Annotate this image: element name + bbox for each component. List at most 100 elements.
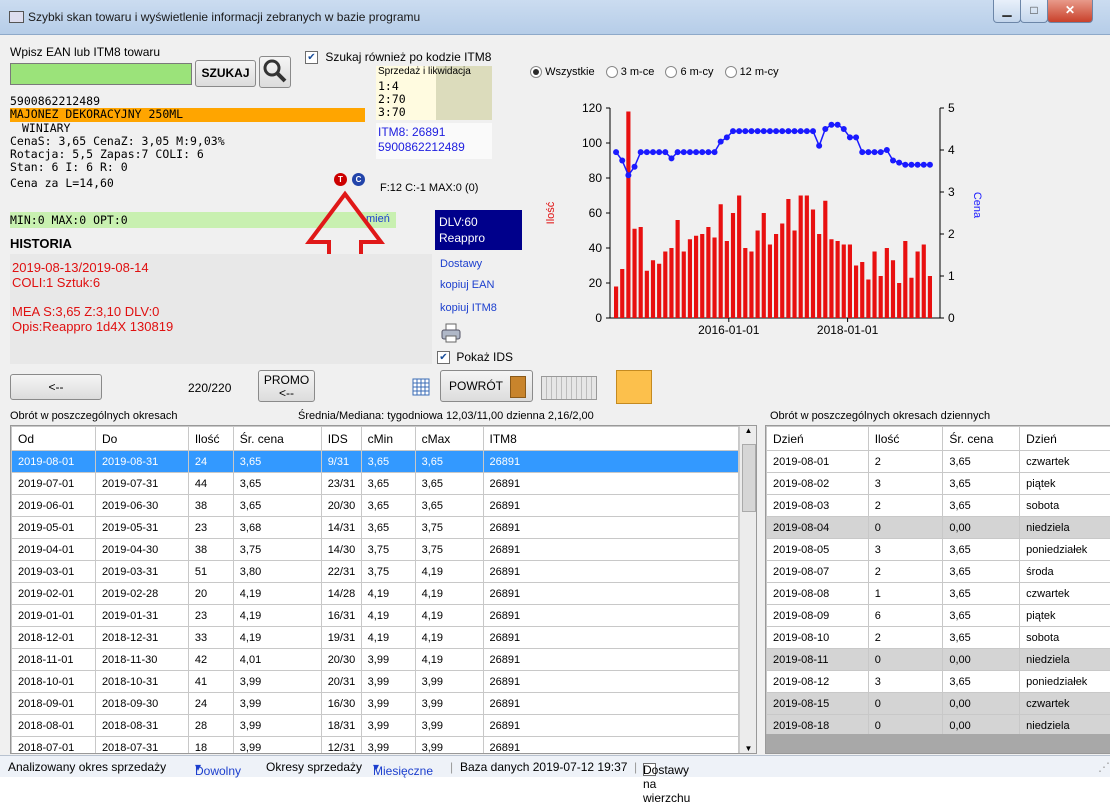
daily-table-cell: 2019-08-09 xyxy=(767,605,869,627)
monthly-table-cell: 3,99 xyxy=(361,671,415,693)
itm8-search-option[interactable]: ✔ Szukaj również po kodzie ITM8 xyxy=(305,50,491,64)
price-point xyxy=(822,126,828,132)
price-point xyxy=(736,128,742,134)
daily-table-header-cell[interactable]: Ilość xyxy=(868,427,943,451)
daily-table-row[interactable]: 2019-08-0813,65czwartek xyxy=(767,583,1110,605)
y2-tick-label: 2 xyxy=(948,227,955,241)
radio-6m[interactable] xyxy=(665,66,677,78)
itm8-checkbox-label: Szukaj również po kodzie ITM8 xyxy=(325,50,491,64)
c-badge-icon[interactable]: C xyxy=(352,173,365,186)
daily-table-row[interactable]: 2019-08-1500,00czwartek xyxy=(767,693,1110,715)
maximize-button[interactable]: □ xyxy=(1020,0,1048,23)
monthly-table-header-cell[interactable]: cMin xyxy=(361,427,415,451)
daily-table-row[interactable]: 2019-08-0123,65czwartek xyxy=(767,451,1110,473)
monthly-table-row[interactable]: 2019-05-012019-05-31233,6814/313,653,752… xyxy=(12,517,739,539)
daily-table-row[interactable]: 2019-08-0963,65piątek xyxy=(767,605,1110,627)
printer-icon[interactable] xyxy=(440,322,462,344)
sales-row: 3:70 xyxy=(378,106,406,119)
bar xyxy=(842,245,846,319)
monthly-table-cell: 26891 xyxy=(483,473,738,495)
daily-table-row[interactable]: 2019-08-1100,00niedziela xyxy=(767,649,1110,671)
daily-table-row[interactable]: 2019-08-0723,65środa xyxy=(767,561,1110,583)
status-periods-dropdown[interactable]: Miesięczne ▾ xyxy=(373,760,379,774)
daily-table-header-cell[interactable]: Śr. cena xyxy=(943,427,1020,451)
monthly-table-header-cell[interactable]: Od xyxy=(12,427,96,451)
left-table-scrollbar[interactable]: ▲ ▼ xyxy=(739,426,757,753)
monthly-table-header-cell[interactable]: Ilość xyxy=(188,427,233,451)
monthly-table-header-cell[interactable]: Śr. cena xyxy=(233,427,321,451)
copy-ean-link[interactable]: kopiuj EAN xyxy=(440,279,494,291)
monthly-table-header-cell[interactable]: cMax xyxy=(415,427,483,451)
bar xyxy=(706,227,710,318)
close-button[interactable]: ✕ xyxy=(1047,0,1093,23)
monthly-table-cell: 14/30 xyxy=(321,539,361,561)
monthly-table-cell: 3,99 xyxy=(233,737,321,755)
daily-table-row[interactable]: 2019-08-0323,65sobota xyxy=(767,495,1110,517)
scroll-thumb[interactable] xyxy=(742,444,756,512)
daily-table-header-cell[interactable]: Dzień xyxy=(767,427,869,451)
daily-table-cell: poniedziałek xyxy=(1020,671,1110,693)
daily-table-header-cell[interactable]: Dzień xyxy=(1020,427,1110,451)
monthly-table-row[interactable]: 2019-04-012019-04-30383,7514/303,753,752… xyxy=(12,539,739,561)
copy-itm8-link[interactable]: kopiuj ITM8 xyxy=(440,302,497,314)
daily-table-row[interactable]: 2019-08-1233,65poniedziałek xyxy=(767,671,1110,693)
resize-grip-icon[interactable]: ⋰ xyxy=(1098,760,1110,774)
powrot-button[interactable]: POWRÓT xyxy=(440,370,533,402)
minimize-button[interactable]: ▁ xyxy=(993,0,1021,23)
monthly-table-row[interactable]: 2018-11-012018-11-30424,0120/303,994,192… xyxy=(12,649,739,671)
monthly-table-cell: 26891 xyxy=(483,539,738,561)
radio-12m[interactable] xyxy=(725,66,737,78)
show-ids-option[interactable]: ✔ Pokaż IDS xyxy=(437,350,513,364)
monthly-table-cell: 3,65 xyxy=(415,473,483,495)
monthly-table-cell: 4,19 xyxy=(415,649,483,671)
monthly-table-header-cell[interactable]: ITM8 xyxy=(483,427,738,451)
daily-table-row[interactable]: 2019-08-0533,65poniedziałek xyxy=(767,539,1110,561)
daily-table[interactable]: DzieńIlośćŚr. cenaDzień 2019-08-0123,65c… xyxy=(765,425,1110,754)
ean-input[interactable] xyxy=(10,63,192,85)
scroll-down-icon[interactable]: ▼ xyxy=(740,744,757,753)
monthly-table-row[interactable]: 2019-01-012019-01-31234,1916/314,194,192… xyxy=(12,605,739,627)
calendar-grid-icon[interactable] xyxy=(412,378,430,396)
monthly-table[interactable]: OdDoIlośćŚr. cenaIDScMincMaxITM8 2019-08… xyxy=(10,425,757,754)
daily-table-cell: niedziela xyxy=(1020,649,1110,671)
period-selector: Wszystkie 3 m-ce 6 m-cy 12 m-cy xyxy=(530,66,779,78)
keyboard-icon[interactable] xyxy=(541,376,597,400)
monthly-table-row[interactable]: 2018-08-012018-08-31283,9918/313,993,992… xyxy=(12,715,739,737)
monthly-table-row[interactable]: 2018-12-012018-12-31334,1919/314,194,192… xyxy=(12,627,739,649)
monthly-table-row[interactable]: 2018-07-012018-07-31183,9912/313,993,992… xyxy=(12,737,739,755)
price-point xyxy=(718,139,724,145)
promo-button[interactable]: PROMO <-- xyxy=(258,370,315,402)
daily-table-row[interactable]: 2019-08-0233,65piątek xyxy=(767,473,1110,495)
price-point xyxy=(748,128,754,134)
monthly-table-row[interactable]: 2019-08-012019-08-31243,659/313,653,6526… xyxy=(12,451,739,473)
dostawy-link[interactable]: Dostawy xyxy=(440,258,482,270)
radio-all[interactable] xyxy=(530,66,542,78)
monthly-table-cell: 44 xyxy=(188,473,233,495)
monthly-table-header-cell[interactable]: Do xyxy=(95,427,188,451)
status-period-dropdown[interactable]: Dowolny ▾ xyxy=(195,760,201,774)
scroll-up-icon[interactable]: ▲ xyxy=(740,426,757,435)
monthly-table-cell: 41 xyxy=(188,671,233,693)
monthly-table-header-cell[interactable]: IDS xyxy=(321,427,361,451)
daily-table-cell: 2019-08-15 xyxy=(767,693,869,715)
monthly-table-row[interactable]: 2018-09-012018-09-30243,9916/303,993,992… xyxy=(12,693,739,715)
bar xyxy=(614,287,618,319)
monthly-table-row[interactable]: 2018-10-012018-10-31413,9920/313,993,992… xyxy=(12,671,739,693)
monthly-table-row[interactable]: 2019-02-012019-02-28204,1914/284,194,192… xyxy=(12,583,739,605)
itm8-checkbox[interactable]: ✔ xyxy=(305,51,318,64)
daily-table-row[interactable]: 2019-08-0400,00niedziela xyxy=(767,517,1110,539)
monthly-table-row[interactable]: 2019-07-012019-07-31443,6523/313,653,652… xyxy=(12,473,739,495)
monthly-table-row[interactable]: 2019-06-012019-06-30383,6520/303,653,652… xyxy=(12,495,739,517)
bar xyxy=(786,199,790,318)
show-ids-checkbox[interactable]: ✔ xyxy=(437,351,450,364)
search-button[interactable]: SZUKAJ xyxy=(195,60,256,87)
sticky-note-icon[interactable] xyxy=(616,370,652,404)
y-tick-label: 100 xyxy=(582,136,602,150)
monthly-table-row[interactable]: 2019-03-012019-03-31513,8022/313,754,192… xyxy=(12,561,739,583)
back-button[interactable]: <-- xyxy=(10,374,102,400)
magnifier-button[interactable] xyxy=(259,56,291,88)
t-badge-icon[interactable]: T xyxy=(334,173,347,186)
daily-table-row[interactable]: 2019-08-1023,65sobota xyxy=(767,627,1110,649)
radio-3m[interactable] xyxy=(606,66,618,78)
bar xyxy=(848,245,852,319)
